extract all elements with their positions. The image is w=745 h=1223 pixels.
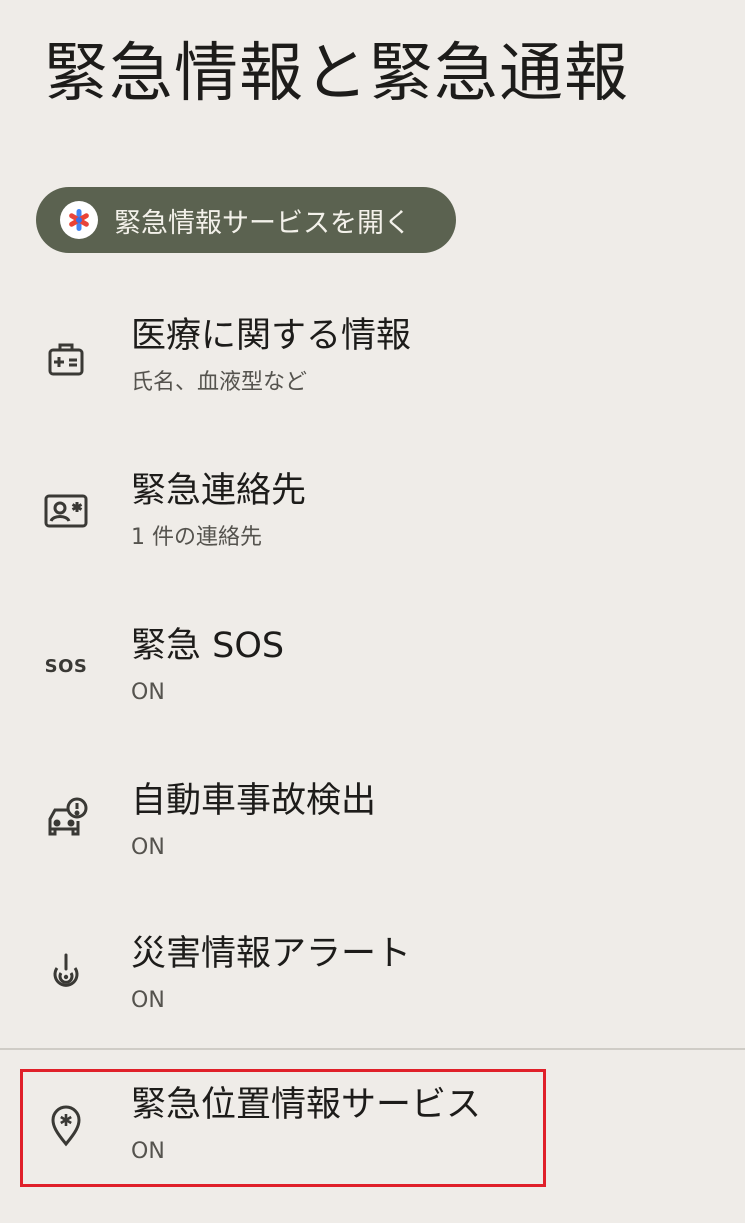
safety-logo-icon xyxy=(60,201,98,239)
item-summary: ON xyxy=(131,680,165,705)
settings-item-emergency-contacts[interactable]: 緊急連絡先 1 件の連絡先 xyxy=(0,455,745,605)
page-title: 緊急情報と緊急通報 xyxy=(44,37,629,111)
item-summary: 1 件の連絡先 xyxy=(131,525,262,550)
divider xyxy=(0,1048,745,1050)
open-emergency-service-label: 緊急情報サービスを開く xyxy=(114,207,411,239)
settings-item-medical-info[interactable]: 医療に関する情報 氏名、血液型など xyxy=(0,300,745,450)
car-crash-icon xyxy=(44,795,88,839)
contact-card-icon xyxy=(44,489,88,533)
item-title: 緊急 SOS xyxy=(131,626,285,666)
item-title: 緊急連絡先 xyxy=(131,471,307,511)
medical-id-icon xyxy=(44,337,88,381)
settings-item-car-crash-detection[interactable]: 自動車事故検出 ON xyxy=(0,765,745,915)
sos-icon: SOS xyxy=(44,655,88,677)
settings-item-emergency-sos[interactable]: SOS 緊急 SOS ON xyxy=(0,610,745,760)
crisis-alert-icon xyxy=(44,950,88,994)
item-summary: 氏名、血液型など xyxy=(131,370,308,395)
item-summary: ON xyxy=(131,988,165,1013)
highlight-box xyxy=(20,1069,546,1187)
item-summary: ON xyxy=(131,835,165,860)
item-title: 医療に関する情報 xyxy=(131,316,412,356)
item-title: 自動車事故検出 xyxy=(131,781,377,821)
open-emergency-service-button[interactable]: 緊急情報サービスを開く xyxy=(36,187,456,253)
settings-item-crisis-alerts[interactable]: 災害情報アラート ON xyxy=(0,918,745,1068)
item-title: 災害情報アラート xyxy=(131,934,412,974)
